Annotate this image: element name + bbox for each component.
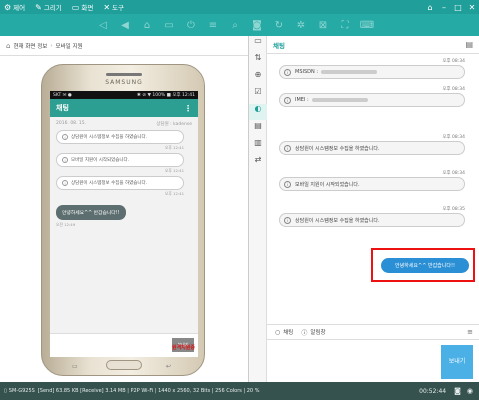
info-icon: i [62, 157, 68, 163]
phone-app-bar: 채팅 ⋮ [50, 99, 198, 117]
phone-icon: ▯ [4, 388, 7, 394]
lock-icon[interactable]: ⊠ [312, 20, 334, 31]
masked-value [321, 70, 378, 74]
sidebar-item-log[interactable]: ▤ [249, 121, 267, 137]
tab-chat[interactable]: ○ 채팅 [275, 328, 293, 337]
maximize-button[interactable]: □ [451, 3, 465, 12]
info-icon: i [284, 96, 291, 104]
rotate-icon[interactable]: ↻ [268, 20, 290, 31]
tab-notice[interactable]: ⓘ 알림창 [301, 328, 325, 337]
phone-screen[interactable]: SKT ✉ ● ✱ ⊘ ▼ 100% ■ 오후 12:41 채팅 ⋮ 2016.… [50, 91, 198, 357]
list-item: i 상담원이 시스템정보 수집을 하였습니다. [56, 176, 184, 190]
greeting-bubble: 안녕하세요^^ 반갑습니다!! [56, 205, 126, 220]
sidebar-item-switch[interactable]: ⇄ [249, 155, 267, 171]
fullscreen-icon[interactable]: ⛶ [334, 20, 356, 31]
tool-sidebar: ▭ ⇅ ⊕ ☑ ◐ ▤ ▥ ⇄ [249, 36, 267, 382]
chat-tabs: ○ 채팅 ⓘ 알림창 ≡ [267, 324, 479, 340]
sidebar-item-system[interactable]: ⊕ [249, 70, 267, 86]
chat-messages: 오후 08:34 i MSISDN : 오후 08:34 i IMEI : 오후 0… [267, 54, 479, 324]
list-item: 오후 08:34 i 상담원이 시스템정보 수집을 하였습니다. [279, 134, 465, 155]
device-model: SM-G925S [8, 388, 35, 394]
home-button[interactable] [106, 360, 142, 370]
phone-message-list: 2016. 08. 15. 상담원 : kadense i 상담원이 시스템정보 수… [56, 121, 192, 227]
recent-apps-key[interactable]: ▭ [72, 363, 78, 370]
menu-screen[interactable]: ▭ 화면 [71, 2, 94, 13]
info-icon: i [62, 180, 68, 186]
info-icon: i [284, 180, 291, 188]
info-icon: i [284, 216, 291, 224]
list-item: i 상담원이 시스템정보 수집을 하였습니다. [56, 130, 184, 144]
remote-support-watermark: 원격지원중 [171, 345, 195, 351]
info-icon: i [284, 144, 291, 152]
hamburger-icon[interactable]: ≡ [467, 328, 473, 336]
sidebar-item-report[interactable]: ▥ [249, 138, 267, 154]
gear-icon: ⚙ [4, 2, 12, 12]
list-item: 오후 08:34 i IMEI : [279, 86, 465, 107]
message-compose[interactable]: 보내기 [267, 340, 479, 382]
back-key[interactable]: ↩ [166, 363, 171, 370]
sidebar-item-transfer[interactable]: ⇅ [249, 53, 267, 69]
phone-frame: SAMSUNG SKT ✉ ● ✱ ⊘ ▼ 100% ■ 오후 12:41 채팅… [41, 64, 205, 376]
highlighted-own-message: 안녕하세요^^ 반갑습니다!! [371, 248, 475, 282]
camera-icon[interactable]: ◙ [246, 20, 268, 31]
list-item: 오후 08:35 i 상담원이 시스템정보 수집을 하였습니다. [279, 206, 465, 227]
transfer-info: [Send] 63.85 KB [Receive] 3.14 MB | P2P … [37, 388, 260, 394]
menu-draw[interactable]: ✎ 그리기 [35, 2, 62, 13]
phone-input-bar[interactable]: 보내기 원격지원중 [50, 333, 198, 357]
settings-icon[interactable]: ✲ [290, 20, 312, 31]
monitor-icon: ▭ [71, 2, 80, 12]
session-timer: 00:52:44 [419, 387, 447, 395]
sidebar-item-screen[interactable]: ▭ [249, 36, 267, 52]
chat-header: 채팅 ▤ [267, 36, 479, 54]
status-bar: ▯ SM-G925S [Send] 63.85 KB [Receive] 3.1… [0, 382, 479, 400]
sidebar-item-chat[interactable]: ◐ [249, 104, 267, 120]
recent-icon[interactable]: ▭ [158, 20, 180, 31]
home-icon: ⌂ [6, 41, 11, 50]
chat-icon: ○ [275, 328, 281, 336]
power-icon[interactable]: ⏻ [180, 20, 202, 31]
clipboard-icon[interactable]: ▤ [465, 40, 473, 49]
menu-tools[interactable]: ✕ 도구 [103, 2, 124, 13]
menu-control[interactable]: ⚙ 제어 [4, 2, 25, 13]
info-icon: i [62, 134, 68, 140]
title-bar: ⚙ 제어 ✎ 그리기 ▭ 화면 ✕ 도구 ⌂ – □ ✕ [0, 0, 479, 14]
speaker-grill [106, 73, 142, 76]
phone-brand: SAMSUNG [105, 79, 143, 86]
masked-value [311, 98, 368, 102]
menu-icon[interactable]: ≡ [202, 20, 224, 31]
list-item: 오후 08:34 i MSISDN : [279, 58, 465, 79]
sidebar-item-check[interactable]: ☑ [249, 87, 267, 103]
chat-title: 채팅 [273, 41, 285, 50]
minimize-button[interactable]: – [437, 3, 451, 12]
list-item: 오후 08:34 i 모바일 지원이 시작되었습니다. [279, 170, 465, 191]
close-button[interactable]: ✕ [465, 3, 479, 12]
send-button[interactable]: 보내기 [441, 345, 473, 379]
record-icon[interactable]: ◉ [467, 387, 473, 395]
info-icon: ⓘ [301, 329, 308, 337]
overflow-menu-icon[interactable]: ⋮ [184, 104, 192, 113]
home-icon[interactable]: ⌂ [136, 20, 158, 31]
device-view: SAMSUNG SKT ✉ ● ✱ ⊘ ▼ 100% ■ 오후 12:41 채팅… [0, 56, 248, 382]
breadcrumb: ⌂ 현재 화면 정보 › 모바일 지원 [0, 36, 248, 56]
pen-icon: ✎ [35, 2, 42, 12]
info-icon: i [284, 68, 291, 76]
volume-icon[interactable]: ◀ [114, 20, 136, 31]
search-icon[interactable]: ⌕ [224, 20, 246, 31]
own-message-bubble: 안녕하세요^^ 반갑습니다!! [381, 258, 469, 273]
toolbar: ◁ ◀ ⌂ ▭ ⏻ ≡ ⌕ ◙ ↻ ✲ ⊠ ⛶ ⌨ [0, 14, 479, 36]
phone-status-bar: SKT ✉ ● ✱ ⊘ ▼ 100% ■ 오후 12:41 [50, 91, 198, 99]
pin-button[interactable]: ⌂ [423, 3, 437, 12]
list-item: i 모바일 지원이 시작되었습니다. [56, 153, 184, 167]
back-icon[interactable]: ◁ [92, 20, 114, 31]
keyboard-icon[interactable]: ⌨ [356, 20, 378, 31]
camera-icon[interactable]: ◙ [454, 387, 461, 395]
tools-icon: ✕ [103, 2, 111, 12]
